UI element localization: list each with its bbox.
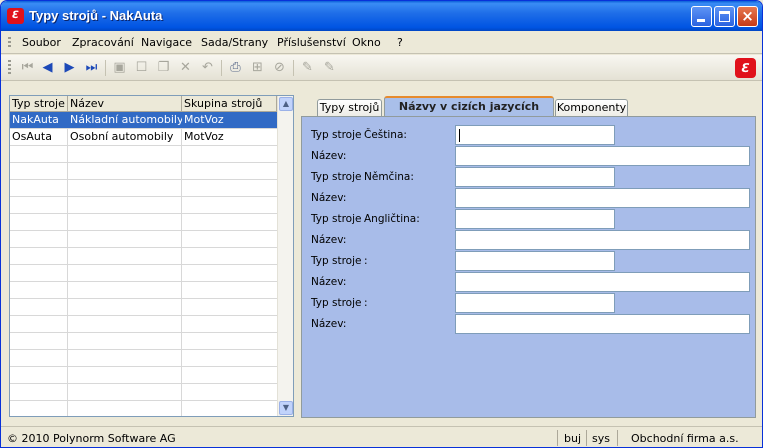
undo-icon[interactable]: ↶: [199, 59, 216, 76]
menu-bar: Soubor Zpracování Navigace Sada/Strany P…: [1, 32, 762, 54]
edit-icon[interactable]: ✎: [299, 59, 316, 76]
table-row[interactable]: OsAuta Osobní automobily MotVoz: [10, 129, 277, 145]
name-label: Název:: [311, 318, 347, 330]
toolbar: ⏮ ◀ ▶ ⏭ ▣ ☐ ❐ ✕ ↶ ⎙ ⊞ ⊘ ✎ ✎ ℇ: [1, 55, 762, 81]
grid-column-line: [181, 112, 182, 416]
type-field-lang-4[interactable]: [455, 251, 615, 271]
toolbar-separator: [105, 60, 106, 76]
name-field-lang-4[interactable]: [455, 272, 750, 292]
type-label: Typ stroje: [311, 255, 362, 267]
first-record-icon[interactable]: ⏮: [19, 59, 36, 76]
new-icon[interactable]: ☐: [133, 59, 150, 76]
menu-zpracovani[interactable]: Zpracování: [72, 36, 134, 49]
menu-okno[interactable]: Okno: [352, 36, 381, 49]
cell-typ: NakAuta: [12, 113, 59, 126]
app-icon[interactable]: ℇ: [7, 8, 24, 24]
menu-navigace[interactable]: Navigace: [141, 36, 192, 49]
status-separator: [617, 430, 618, 446]
type-field-lang-5[interactable]: [455, 293, 615, 313]
table-row[interactable]: NakAuta Nákladní automobily MotVoz: [10, 112, 277, 128]
toolbar-separator: [221, 60, 222, 76]
status-db-user: sys: [592, 432, 610, 445]
tab-typy-stroju[interactable]: Typy strojů: [317, 99, 382, 117]
type-label: Typ stroje: [311, 129, 362, 141]
scroll-down-icon[interactable]: ▼: [279, 401, 293, 415]
status-copyright: © 2010 Polynorm Software AG: [7, 432, 176, 445]
main-window: ℇ Typy strojů - NakAuta × Soubor Zpracov…: [0, 0, 763, 448]
grid-header: Typ stroje Název Skupina strojů: [10, 96, 277, 112]
window-title: Typy strojů - NakAuta: [29, 8, 163, 23]
title-bar: ℇ Typy strojů - NakAuta ×: [1, 1, 762, 31]
column-header-skupina[interactable]: Skupina strojů: [182, 96, 277, 112]
edit-alt-icon[interactable]: ✎: [321, 59, 338, 76]
tab-strip: Typy strojů Názvy v cizích jazycích Komp…: [301, 96, 756, 117]
print-icon[interactable]: ⎙: [227, 59, 244, 76]
maximize-button[interactable]: [714, 6, 735, 27]
last-record-icon[interactable]: ⏭: [83, 59, 100, 76]
name-label: Název:: [311, 276, 347, 288]
close-button[interactable]: ×: [737, 6, 758, 27]
language-label: Němčina:: [364, 171, 414, 183]
name-field-cestina[interactable]: [455, 146, 750, 166]
menu-sada-strany[interactable]: Sada/Strany: [201, 36, 268, 49]
menu-prislusenstvi[interactable]: Příslušenství: [277, 36, 346, 49]
status-company: Obchodní firma a.s.: [631, 432, 739, 445]
brand-logo: ℇ: [735, 58, 756, 78]
column-header-typ[interactable]: Typ stroje: [10, 96, 68, 112]
cell-nazev: Nákladní automobily: [70, 113, 182, 126]
delete-icon[interactable]: ✕: [177, 59, 194, 76]
status-separator: [557, 430, 558, 446]
tab-nazvy-v-cizich-jazycich[interactable]: Názvy v cizích jazycích: [384, 96, 554, 117]
toolbar-grip[interactable]: [8, 60, 11, 76]
type-field-cestina[interactable]: [455, 125, 615, 145]
status-bar: © 2010 Polynorm Software AG buj sys Obch…: [1, 426, 762, 447]
scroll-up-icon[interactable]: ▲: [279, 97, 293, 111]
maximize-icon: [719, 11, 730, 22]
next-record-icon[interactable]: ▶: [61, 59, 78, 76]
status-user: buj: [564, 432, 582, 445]
foreign-names-panel: Typ stroje Čeština: Název: Typ stroje Ně…: [301, 116, 756, 418]
language-label: Angličtina:: [364, 213, 420, 225]
cell-skupina: MotVoz: [184, 130, 224, 143]
cell-skupina: MotVoz: [184, 113, 224, 126]
language-label: Čeština:: [364, 129, 407, 141]
status-separator: [586, 430, 587, 446]
type-label: Typ stroje: [311, 171, 362, 183]
text-caret: [459, 129, 460, 142]
close-icon: ×: [741, 7, 754, 25]
cell-nazev: Osobní automobily: [70, 130, 174, 143]
name-label: Název:: [311, 150, 347, 162]
column-header-nazev[interactable]: Název: [68, 96, 182, 112]
menu-grip[interactable]: [8, 37, 11, 49]
vertical-scrollbar[interactable]: ▲ ▼: [277, 96, 293, 416]
menu-soubor[interactable]: Soubor: [22, 36, 61, 49]
copy-icon[interactable]: ❐: [155, 59, 172, 76]
name-label: Název:: [311, 192, 347, 204]
name-label: Název:: [311, 234, 347, 246]
type-field-anglictina[interactable]: [455, 209, 615, 229]
machine-types-grid[interactable]: Typ stroje Název Skupina strojů NakAuta …: [9, 95, 294, 417]
save-icon[interactable]: ▣: [111, 59, 128, 76]
type-label: Typ stroje: [311, 297, 362, 309]
grid-rows: [10, 112, 277, 416]
cell-typ: OsAuta: [12, 130, 52, 143]
disabled-icon[interactable]: ⊘: [271, 59, 288, 76]
menu-help[interactable]: ?: [397, 36, 403, 49]
minimize-icon: [697, 19, 705, 22]
grid-column-line: [67, 112, 68, 416]
tree-icon[interactable]: ⊞: [249, 59, 266, 76]
toolbar-separator: [293, 60, 294, 76]
name-field-lang-5[interactable]: [455, 314, 750, 334]
language-label: :: [364, 255, 368, 267]
minimize-button[interactable]: [691, 6, 712, 27]
tab-komponenty[interactable]: Komponenty: [555, 99, 628, 117]
type-label: Typ stroje: [311, 213, 362, 225]
type-field-nemcina[interactable]: [455, 167, 615, 187]
name-field-anglictina[interactable]: [455, 230, 750, 250]
name-field-nemcina[interactable]: [455, 188, 750, 208]
previous-record-icon[interactable]: ◀: [39, 59, 56, 76]
language-label: :: [364, 297, 368, 309]
